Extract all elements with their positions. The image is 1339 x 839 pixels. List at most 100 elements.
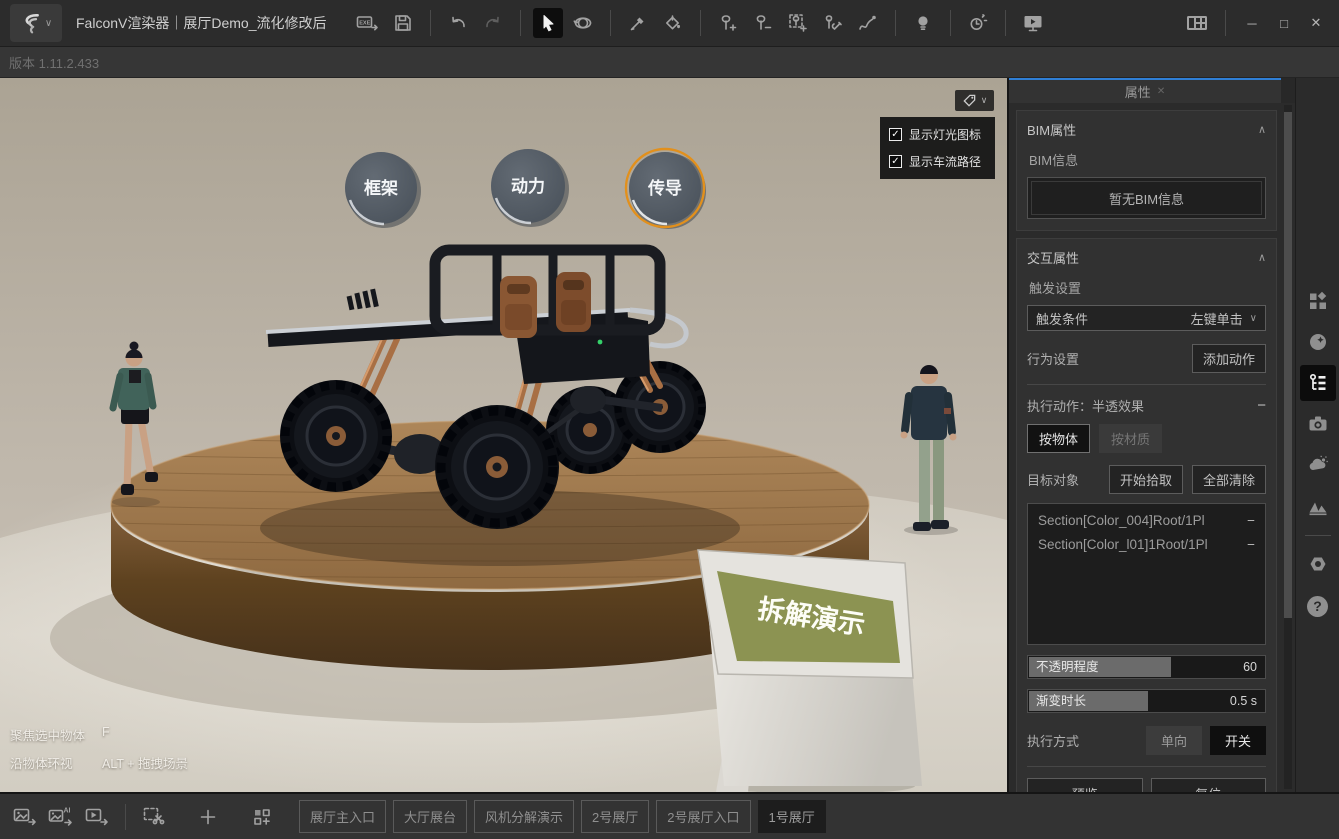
section-interaction: 交互属性 ∧ 触发设置 触发条件 左键单击 ∨ 行为设置 添加动作 xyxy=(1016,238,1277,792)
export-image-icon[interactable] xyxy=(10,802,40,832)
hint-action: 聚焦选中物体 xyxy=(10,725,102,744)
target-label: 目标对象 xyxy=(1027,470,1100,489)
help-icon[interactable]: ? xyxy=(1300,588,1336,624)
tag-icon xyxy=(962,93,977,108)
preview-button[interactable]: 预览 xyxy=(1027,778,1143,792)
orbit-tool[interactable] xyxy=(568,8,598,38)
start-pick-button[interactable]: 开始拾取 xyxy=(1109,465,1183,494)
action-title: 执行动作：半透效果 xyxy=(1027,396,1257,415)
undo-button[interactable] xyxy=(443,8,473,38)
viewport-3d[interactable]: 框架 动力 传导 xyxy=(0,78,1007,792)
panel-scrollbar-thumb[interactable] xyxy=(1284,112,1292,618)
divider xyxy=(1027,384,1266,385)
panel-tab-bar: 属性 ✕ xyxy=(1009,78,1295,103)
layout-add-icon[interactable] xyxy=(247,802,277,832)
target-list-item[interactable]: Section[Color_004]Root/1Pl − xyxy=(1038,513,1255,528)
checkbox-show-light-icons[interactable]: ✓ 显示灯光图标 xyxy=(889,126,986,143)
redo-button[interactable] xyxy=(478,8,508,38)
remove-action-icon[interactable]: − xyxy=(1257,397,1266,414)
panel-scrollbar[interactable] xyxy=(1284,105,1292,789)
structure-tree-icon[interactable] xyxy=(1300,365,1336,401)
camera-icon[interactable] xyxy=(1300,406,1336,442)
one-way-button[interactable]: 单向 xyxy=(1146,726,1202,755)
components-icon[interactable] xyxy=(1300,283,1336,319)
target-list-item[interactable]: Section[Color_l01]1Root/1Pl − xyxy=(1038,537,1255,552)
export-exe-button[interactable]: EXE xyxy=(353,8,383,38)
add-action-button[interactable]: 添加动作 xyxy=(1192,344,1266,373)
export-ai-image-icon[interactable]: AI xyxy=(46,802,76,832)
scene-tab-hall-2[interactable]: 2号展厅 xyxy=(581,800,649,833)
checkbox-label: 显示灯光图标 xyxy=(909,126,981,143)
add-object-tool[interactable] xyxy=(713,8,743,38)
layout-panels-icon[interactable] xyxy=(1182,8,1212,38)
select-objects-add-tool[interactable] xyxy=(783,8,813,38)
behavior-label: 行为设置 xyxy=(1027,349,1192,368)
display-options-dropdown-button[interactable]: ∨ xyxy=(955,90,994,111)
bim-info-label: BIM信息 xyxy=(1029,150,1266,169)
save-icon[interactable] xyxy=(388,8,418,38)
select-tool[interactable] xyxy=(533,8,563,38)
screenshot-crop-icon[interactable] xyxy=(139,802,169,832)
version-label: 版本 1.11.2.433 xyxy=(9,53,99,72)
opacity-slider[interactable]: 不透明程度 60 xyxy=(1027,655,1266,679)
reset-button[interactable]: 复位 xyxy=(1151,778,1267,792)
maximize-button[interactable]: □ xyxy=(1271,10,1297,36)
demo-kiosk[interactable]: 拆解演示 xyxy=(698,550,922,792)
toggle-button[interactable]: 开关 xyxy=(1210,726,1266,755)
light-tool[interactable] xyxy=(908,8,938,38)
app-menu-button[interactable]: ∨ xyxy=(10,4,62,42)
object-brush-tool[interactable] xyxy=(818,8,848,38)
scene-tabs: 展厅主入口 大厅展台 风机分解演示 2号展厅 2号展厅入口 1号展厅 xyxy=(299,800,826,833)
section-bim-header[interactable]: BIM属性 ∧ xyxy=(1027,120,1266,139)
environment-weather-icon[interactable] xyxy=(1300,447,1336,483)
by-object-button[interactable]: 按物体 xyxy=(1027,424,1090,453)
hint-keys: F xyxy=(102,725,110,744)
remove-object-tool[interactable] xyxy=(748,8,778,38)
time-of-day-tool[interactable] xyxy=(963,8,993,38)
vehicle-wheel xyxy=(435,405,559,529)
tab-properties[interactable]: 属性 ✕ xyxy=(1009,78,1281,103)
svg-text:框架: 框架 xyxy=(364,178,398,198)
path-tool[interactable] xyxy=(853,8,883,38)
vehicle-wheel xyxy=(280,380,392,492)
hotspot-disc-transmission-selected[interactable]: 传导 xyxy=(626,149,706,229)
minimize-button[interactable]: ─ xyxy=(1239,10,1265,36)
presentation-tool[interactable] xyxy=(1018,8,1048,38)
scene-tab-hall-1[interactable]: 1号展厅 xyxy=(758,800,826,833)
target-list[interactable]: Section[Color_004]Root/1Pl − Section[Col… xyxy=(1027,503,1266,645)
display-options-panel: ✓ 显示灯光图标 ✓ 显示车流路径 xyxy=(880,117,995,179)
trigger-condition-select[interactable]: 触发条件 左键单击 ∨ xyxy=(1027,305,1266,331)
bim-empty-text: 暂无BIM信息 xyxy=(1031,181,1262,215)
svg-text:动力: 动力 xyxy=(511,176,545,196)
export-video-icon[interactable] xyxy=(82,802,112,832)
paint-bucket-tool[interactable] xyxy=(658,8,688,38)
add-view-icon[interactable] xyxy=(193,802,223,832)
clear-all-button[interactable]: 全部清除 xyxy=(1192,465,1266,494)
checkbox-show-traffic-paths[interactable]: ✓ 显示车流路径 xyxy=(889,153,986,170)
close-button[interactable]: ✕ xyxy=(1303,10,1329,36)
trigger-label: 触发条件 xyxy=(1036,309,1088,328)
scene-tab-main-entrance[interactable]: 展厅主入口 xyxy=(299,800,386,833)
collapse-icon[interactable]: ∧ xyxy=(1258,251,1266,264)
material-ball-icon[interactable] xyxy=(1300,324,1336,360)
scene-tab-hall-2-entrance[interactable]: 2号展厅入口 xyxy=(656,800,750,833)
toolbar-separator xyxy=(1225,10,1226,36)
scene-tab-turbine-demo[interactable]: 风机分解演示 xyxy=(474,800,574,833)
properties-panel: 属性 ✕ BIM属性 ∧ BIM信息 暂无BIM信息 交互属性 ∧ xyxy=(1007,78,1295,792)
checkbox-checked-icon[interactable]: ✓ xyxy=(889,128,902,141)
settings-icon[interactable] xyxy=(1300,547,1336,583)
checkbox-checked-icon[interactable]: ✓ xyxy=(889,155,902,168)
viewport-3d-scene[interactable]: 框架 动力 传导 xyxy=(0,78,1007,792)
section-interaction-header[interactable]: 交互属性 ∧ xyxy=(1027,248,1266,267)
by-material-button[interactable]: 按材质 xyxy=(1099,424,1162,453)
collapse-icon[interactable]: ∧ xyxy=(1258,123,1266,136)
scene-tab-hall-stage[interactable]: 大厅展台 xyxy=(393,800,467,833)
tab-close-icon[interactable]: ✕ xyxy=(1157,86,1165,97)
remove-target-icon[interactable]: − xyxy=(1247,513,1255,528)
fade-duration-slider[interactable]: 渐变时长 0.5 s xyxy=(1027,689,1266,713)
chevron-down-icon: ∨ xyxy=(1250,313,1257,324)
toolbar-separator xyxy=(520,10,521,36)
remove-target-icon[interactable]: − xyxy=(1247,537,1255,552)
eyedropper-tool[interactable] xyxy=(623,8,653,38)
terrain-icon[interactable] xyxy=(1300,488,1336,524)
